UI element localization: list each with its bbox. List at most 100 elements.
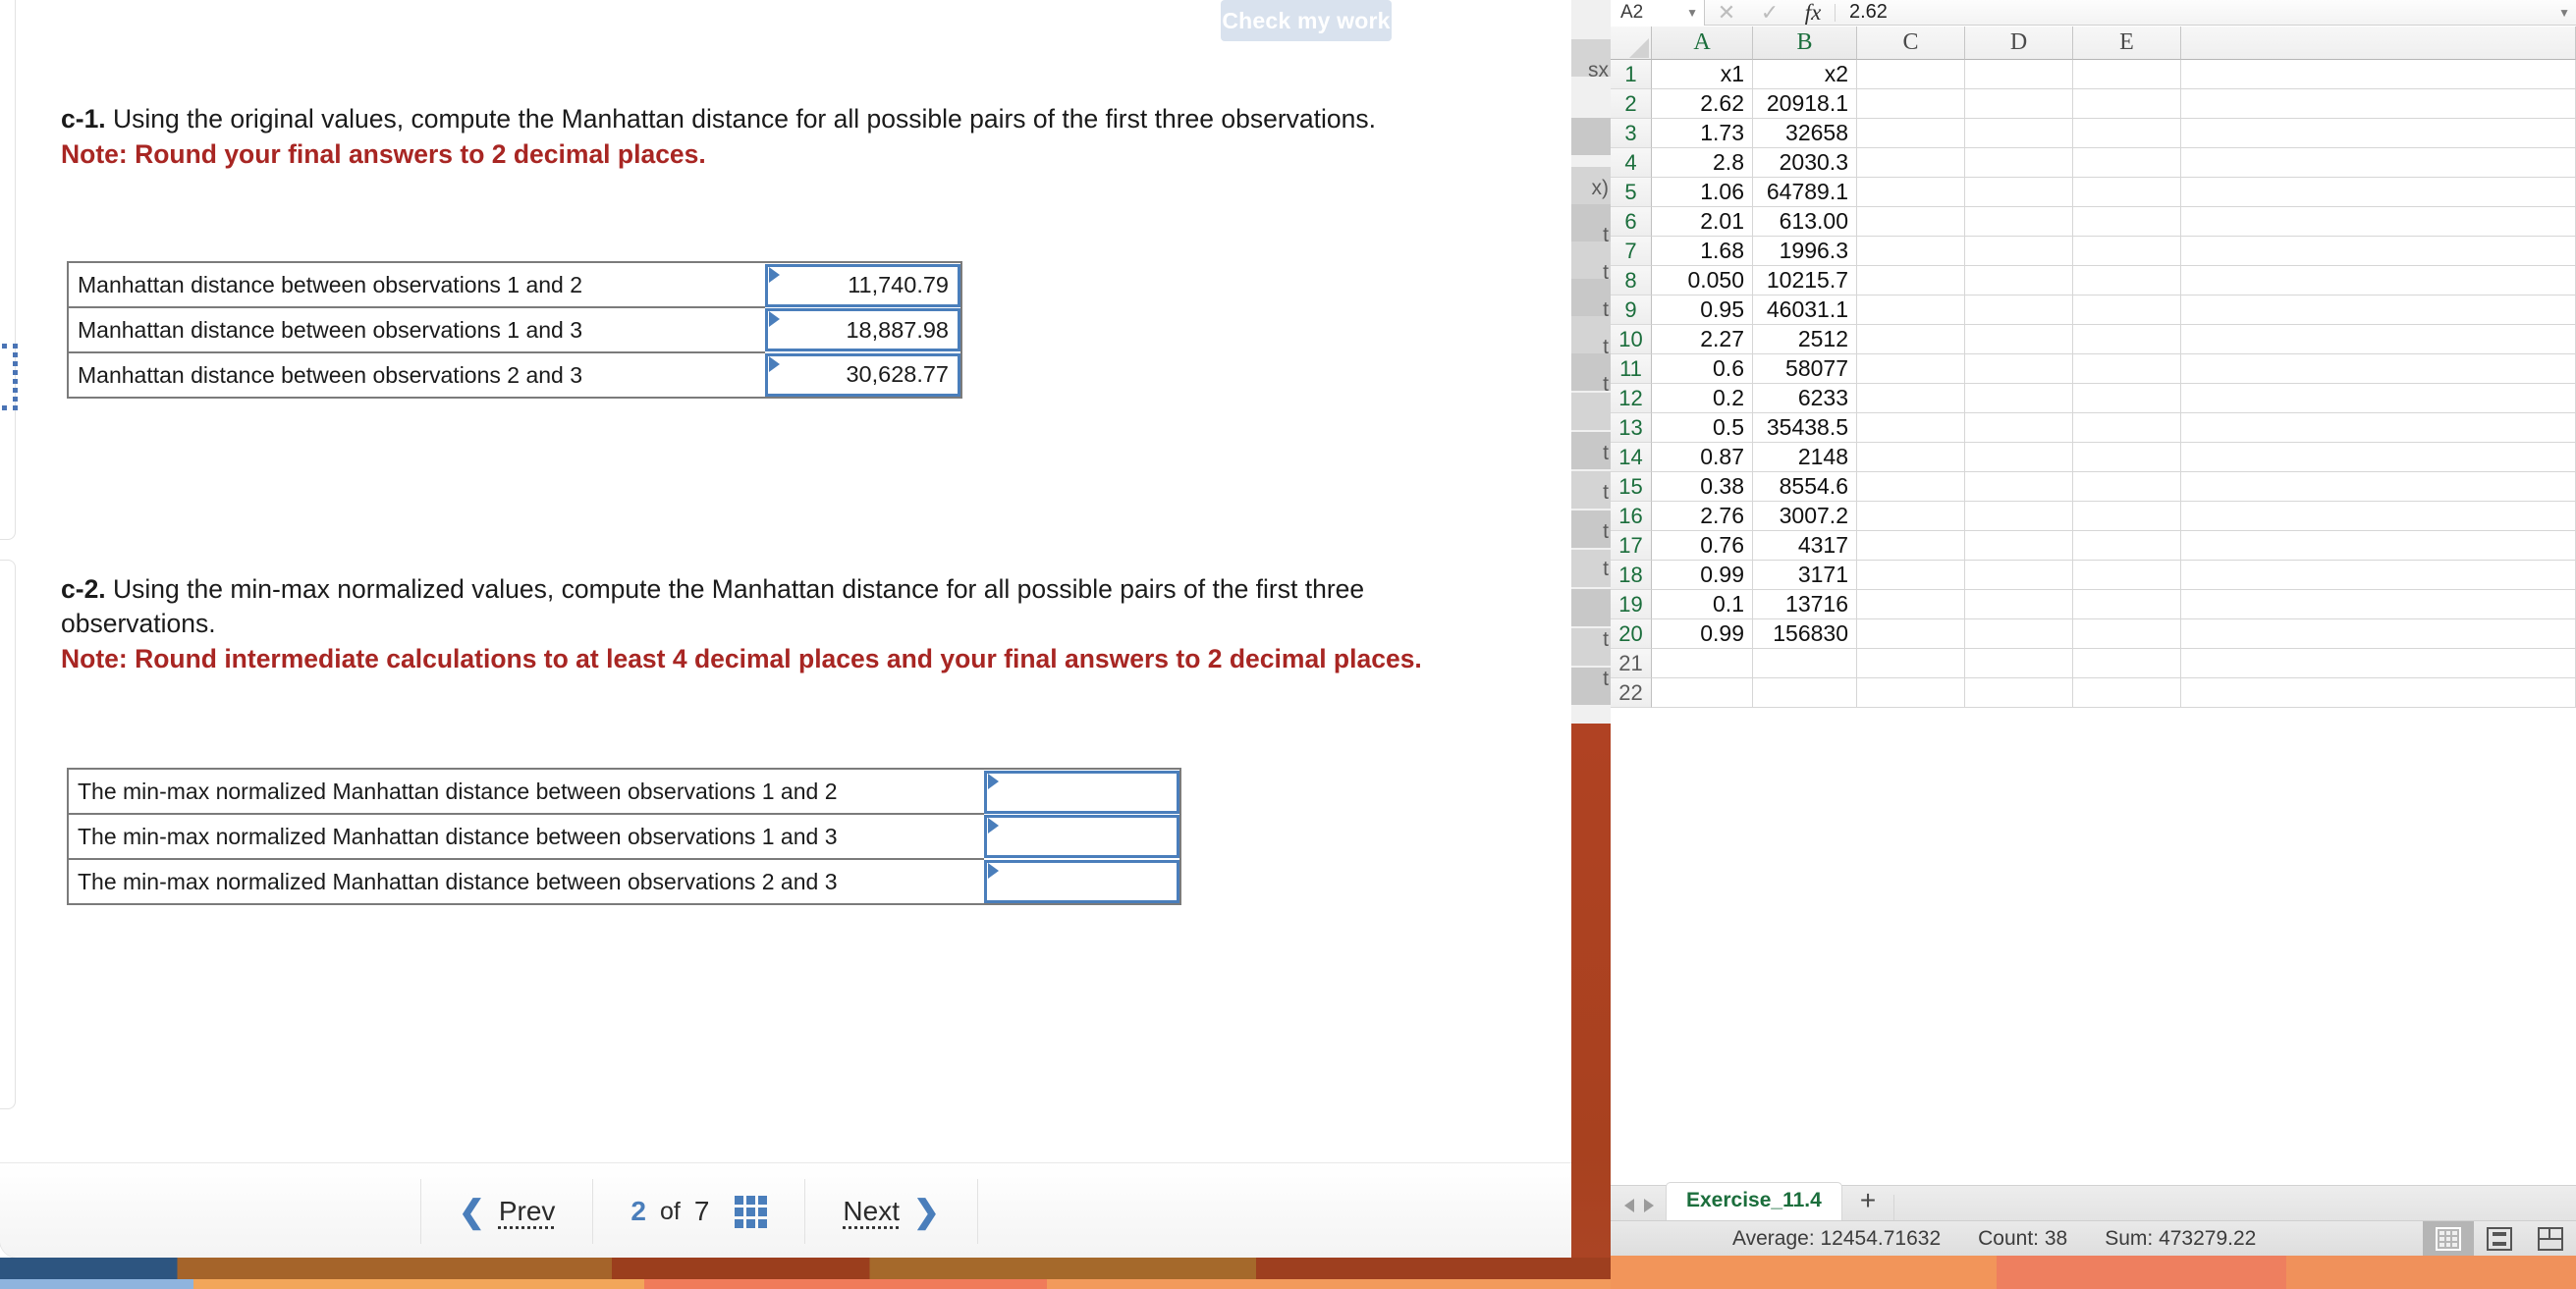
cell-D9[interactable] — [1965, 295, 2073, 325]
cell-F2[interactable] — [2181, 89, 2576, 119]
cell-C8[interactable] — [1857, 266, 1965, 295]
cell-D1[interactable] — [1965, 60, 2073, 89]
cell-D8[interactable] — [1965, 266, 2073, 295]
row-header-11[interactable]: 11 — [1611, 354, 1652, 384]
row-header-18[interactable]: 18 — [1611, 561, 1652, 590]
row-header-6[interactable]: 6 — [1611, 207, 1652, 237]
row-header-13[interactable]: 13 — [1611, 413, 1652, 443]
cell-B12[interactable]: 6233 — [1753, 384, 1857, 413]
cell-C9[interactable] — [1857, 295, 1965, 325]
cell-C16[interactable] — [1857, 502, 1965, 531]
cell-C11[interactable] — [1857, 354, 1965, 384]
cell-B9[interactable]: 46031.1 — [1753, 295, 1857, 325]
row-header-17[interactable]: 17 — [1611, 531, 1652, 561]
cell-E20[interactable] — [2073, 619, 2181, 649]
cell-B4[interactable]: 2030.3 — [1753, 148, 1857, 178]
cell-F7[interactable] — [2181, 237, 2576, 266]
cell-C12[interactable] — [1857, 384, 1965, 413]
page-break-view-button[interactable] — [2525, 1221, 2576, 1257]
cell-E22[interactable] — [2073, 678, 2181, 708]
cell-B8[interactable]: 10215.7 — [1753, 266, 1857, 295]
cell-D22[interactable] — [1965, 678, 2073, 708]
cell-C10[interactable] — [1857, 325, 1965, 354]
page-layout-view-button[interactable] — [2474, 1221, 2525, 1257]
cell-A20[interactable]: 0.99 — [1652, 619, 1753, 649]
cell-A15[interactable]: 0.38 — [1652, 472, 1753, 502]
cell-A6[interactable]: 2.01 — [1652, 207, 1753, 237]
cell-B11[interactable]: 58077 — [1753, 354, 1857, 384]
cell-E16[interactable] — [2073, 502, 2181, 531]
cell-E2[interactable] — [2073, 89, 2181, 119]
row-header-15[interactable]: 15 — [1611, 472, 1652, 502]
row-header-5[interactable]: 5 — [1611, 178, 1652, 207]
cell-D10[interactable] — [1965, 325, 2073, 354]
column-header-a[interactable]: A — [1652, 27, 1753, 60]
cell-B22[interactable] — [1753, 678, 1857, 708]
cell-D21[interactable] — [1965, 649, 2073, 678]
cell-D2[interactable] — [1965, 89, 2073, 119]
row-header-22[interactable]: 22 — [1611, 678, 1652, 708]
cell-C21[interactable] — [1857, 649, 1965, 678]
row-header-12[interactable]: 12 — [1611, 384, 1652, 413]
cell-C4[interactable] — [1857, 148, 1965, 178]
cell-C2[interactable] — [1857, 89, 1965, 119]
cell-F4[interactable] — [2181, 148, 2576, 178]
cell-E15[interactable] — [2073, 472, 2181, 502]
cell-A7[interactable]: 1.68 — [1652, 237, 1753, 266]
cell-D12[interactable] — [1965, 384, 2073, 413]
column-header-c[interactable]: C — [1857, 27, 1965, 60]
cell-B6[interactable]: 613.00 — [1753, 207, 1857, 237]
cell-B20[interactable]: 156830 — [1753, 619, 1857, 649]
question-grid-icon[interactable] — [735, 1195, 768, 1228]
cell-E14[interactable] — [2073, 443, 2181, 472]
cell-F14[interactable] — [2181, 443, 2576, 472]
cell-F10[interactable] — [2181, 325, 2576, 354]
cell-F8[interactable] — [2181, 266, 2576, 295]
cell-D3[interactable] — [1965, 119, 2073, 148]
cell-C7[interactable] — [1857, 237, 1965, 266]
cell-A1[interactable]: x1 — [1652, 60, 1753, 89]
row-header-8[interactable]: 8 — [1611, 266, 1652, 295]
cell-F19[interactable] — [2181, 590, 2576, 619]
cell-E6[interactable] — [2073, 207, 2181, 237]
cell-E8[interactable] — [2073, 266, 2181, 295]
cell-C6[interactable] — [1857, 207, 1965, 237]
cell-E7[interactable] — [2073, 237, 2181, 266]
cell-A4[interactable]: 2.8 — [1652, 148, 1753, 178]
cell-C1[interactable] — [1857, 60, 1965, 89]
cell-A12[interactable]: 0.2 — [1652, 384, 1753, 413]
cell-D7[interactable] — [1965, 237, 2073, 266]
cell-B13[interactable]: 35438.5 — [1753, 413, 1857, 443]
cell-B14[interactable]: 2148 — [1753, 443, 1857, 472]
cell-F22[interactable] — [2181, 678, 2576, 708]
cell-A21[interactable] — [1652, 649, 1753, 678]
answer-input-c1-r1[interactable]: 11,740.79 — [765, 263, 960, 307]
expand-formula-bar-icon[interactable]: ▼ — [2558, 6, 2570, 20]
cell-F6[interactable] — [2181, 207, 2576, 237]
cell-C5[interactable] — [1857, 178, 1965, 207]
cell-C17[interactable] — [1857, 531, 1965, 561]
cell-C3[interactable] — [1857, 119, 1965, 148]
cell-A13[interactable]: 0.5 — [1652, 413, 1753, 443]
cell-E18[interactable] — [2073, 561, 2181, 590]
cell-D19[interactable] — [1965, 590, 2073, 619]
cell-C22[interactable] — [1857, 678, 1965, 708]
cell-A22[interactable] — [1652, 678, 1753, 708]
name-box[interactable]: A2 ▼ — [1611, 0, 1705, 26]
cell-C14[interactable] — [1857, 443, 1965, 472]
next-button[interactable]: Next ❯ — [805, 1179, 976, 1244]
cell-A11[interactable]: 0.6 — [1652, 354, 1753, 384]
cell-F20[interactable] — [2181, 619, 2576, 649]
cell-C13[interactable] — [1857, 413, 1965, 443]
normal-view-button[interactable] — [2423, 1220, 2474, 1257]
column-header-f[interactable] — [2181, 27, 2576, 60]
cell-D20[interactable] — [1965, 619, 2073, 649]
cell-F17[interactable] — [2181, 531, 2576, 561]
cell-D11[interactable] — [1965, 354, 2073, 384]
cell-C15[interactable] — [1857, 472, 1965, 502]
cell-F13[interactable] — [2181, 413, 2576, 443]
cell-E1[interactable] — [2073, 60, 2181, 89]
cell-F1[interactable] — [2181, 60, 2576, 89]
cell-F9[interactable] — [2181, 295, 2576, 325]
cell-D5[interactable] — [1965, 178, 2073, 207]
